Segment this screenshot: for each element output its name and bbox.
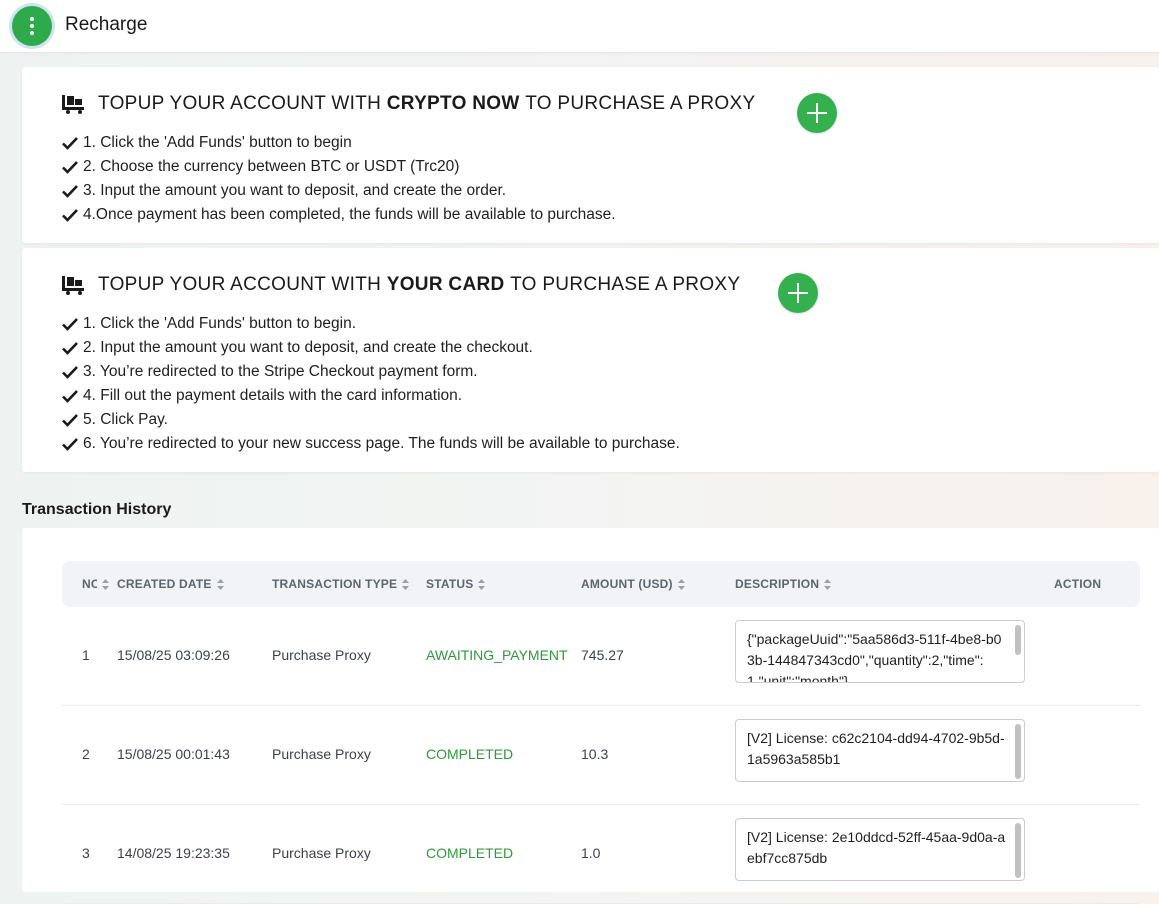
crypto-heading-post: TO PURCHASE A PROXY	[525, 93, 756, 114]
check-icon	[62, 438, 78, 451]
sort-icon	[216, 578, 224, 590]
column-description[interactable]: DESCRIPTION	[735, 561, 832, 607]
description-scrollbar[interactable]	[1015, 625, 1021, 655]
column-transaction-type[interactable]: TRANSACTION TYPE	[272, 561, 410, 607]
card-step: 2. Input the amount you want to deposit,…	[62, 336, 680, 360]
check-icon	[62, 209, 78, 222]
column-status[interactable]: STATUS	[426, 561, 486, 607]
cell-no: 3	[82, 845, 90, 861]
table-row: 2 15/08/25 00:01:43 Purchase Proxy COMPL…	[62, 706, 1140, 805]
table-row: 3 14/08/25 19:23:35 Purchase Proxy COMPL…	[62, 805, 1140, 904]
cell-amount: 745.27	[581, 647, 624, 663]
cell-created-date: 15/08/25 00:01:43	[117, 746, 230, 762]
table-row: 1 15/08/25 03:09:26 Purchase Proxy AWAIT…	[62, 607, 1140, 706]
cell-no: 2	[82, 746, 90, 762]
description-textarea[interactable]: [V2] License: c62c2104-dd94-4702-9b5d-1a…	[735, 719, 1025, 782]
crypto-step: 3. Input the amount you want to deposit,…	[62, 179, 616, 203]
cell-no: 1	[82, 647, 90, 663]
card-step: 4. Fill out the payment details with the…	[62, 384, 680, 408]
crypto-heading-pre: TOPUP YOUR ACCOUNT WITH	[98, 93, 382, 114]
cell-status: COMPLETED	[426, 845, 514, 861]
sort-icon	[677, 578, 685, 590]
cell-transaction-type: Purchase Proxy	[272, 746, 371, 762]
cell-amount: 10.3	[581, 746, 609, 762]
cell-created-date: 15/08/25 03:09:26	[117, 647, 230, 663]
description-textarea[interactable]: {"packageUuid":"5aa586d3-511f-4be8-b03b-…	[735, 620, 1025, 683]
card-heading-bold: YOUR CARD	[386, 274, 505, 295]
crypto-step: 4.Once payment has been completed, the f…	[62, 203, 616, 227]
cell-status: COMPLETED	[426, 746, 514, 762]
cell-amount: 1.0	[581, 845, 601, 861]
crypto-step: 2. Choose the currency between BTC or US…	[62, 155, 616, 179]
check-icon	[62, 390, 78, 403]
sort-icon	[402, 578, 410, 590]
check-icon	[62, 342, 78, 355]
sort-icon	[102, 578, 109, 590]
menu-dots-icon	[30, 17, 34, 35]
check-icon	[62, 161, 78, 174]
cell-created-date: 14/08/25 19:23:35	[117, 845, 230, 861]
card-step: 1. Click the 'Add Funds' button to begin…	[62, 312, 680, 336]
card-step: 3. You’re redirected to the Stripe Check…	[62, 360, 680, 384]
description-scrollbar[interactable]	[1015, 724, 1021, 779]
card-card-heading: TOPUP YOUR ACCOUNT WITH YOUR CARD TO PUR…	[62, 274, 740, 296]
cell-transaction-type: Purchase Proxy	[272, 647, 371, 663]
plus-icon	[788, 283, 808, 303]
crypto-heading-bold: CRYPTO NOW	[386, 93, 520, 114]
card-step: 6. You’re redirected to your new success…	[62, 432, 680, 456]
crypto-step: 1. Click the 'Add Funds' button to begin	[62, 131, 616, 155]
column-no[interactable]: NO	[82, 561, 112, 607]
cell-description: {"packageUuid":"5aa586d3-511f-4be8-b03b-…	[747, 631, 1002, 683]
plus-icon	[807, 103, 827, 123]
card-step: 5. Click Pay.	[62, 408, 680, 432]
cell-transaction-type: Purchase Proxy	[272, 845, 371, 861]
crypto-add-funds-button[interactable]	[797, 93, 837, 133]
crypto-card-heading: TOPUP YOUR ACCOUNT WITH CRYPTO NOW TO PU…	[62, 93, 755, 115]
sort-icon	[478, 578, 486, 590]
crypto-steps-list: 1. Click the 'Add Funds' button to begin…	[62, 131, 616, 227]
card-steps-list: 1. Click the 'Add Funds' button to begin…	[62, 312, 680, 456]
crypto-topup-card: TOPUP YOUR ACCOUNT WITH CRYPTO NOW TO PU…	[22, 67, 1159, 243]
check-icon	[62, 185, 78, 198]
card-topup-card: TOPUP YOUR ACCOUNT WITH YOUR CARD TO PUR…	[22, 248, 1159, 472]
transaction-table: NO CREATED DATE TRANSACTION TYPE STATUS …	[22, 528, 1159, 904]
cell-description: [V2] License: c62c2104-dd94-4702-9b5d-1a…	[747, 730, 1005, 767]
sort-icon	[824, 578, 832, 590]
column-created-date[interactable]: CREATED DATE	[117, 561, 224, 607]
description-textarea[interactable]: [V2] License: 2e10ddcd-52ff-45aa-9d0a-ae…	[735, 818, 1025, 881]
table-header: NO CREATED DATE TRANSACTION TYPE STATUS …	[62, 561, 1140, 607]
page-title: Recharge	[65, 14, 148, 35]
check-icon	[62, 137, 78, 150]
menu-button[interactable]	[12, 6, 52, 46]
cart-icon	[62, 276, 84, 295]
check-icon	[62, 414, 78, 427]
top-bar: Recharge	[0, 0, 1159, 53]
cell-description: [V2] License: 2e10ddcd-52ff-45aa-9d0a-ae…	[747, 829, 1006, 866]
card-heading-post: TO PURCHASE A PROXY	[510, 274, 741, 295]
card-add-funds-button[interactable]	[778, 273, 818, 313]
check-icon	[62, 318, 78, 331]
cell-status: AWAITING_PAYMENT	[426, 647, 568, 663]
transaction-history-title: Transaction History	[22, 501, 172, 518]
description-scrollbar[interactable]	[1015, 823, 1021, 878]
card-heading-pre: TOPUP YOUR ACCOUNT WITH	[98, 274, 382, 295]
column-amount[interactable]: AMOUNT (USD)	[581, 561, 685, 607]
check-icon	[62, 366, 78, 379]
column-action: ACTION	[1054, 577, 1102, 591]
cart-icon	[62, 95, 84, 114]
